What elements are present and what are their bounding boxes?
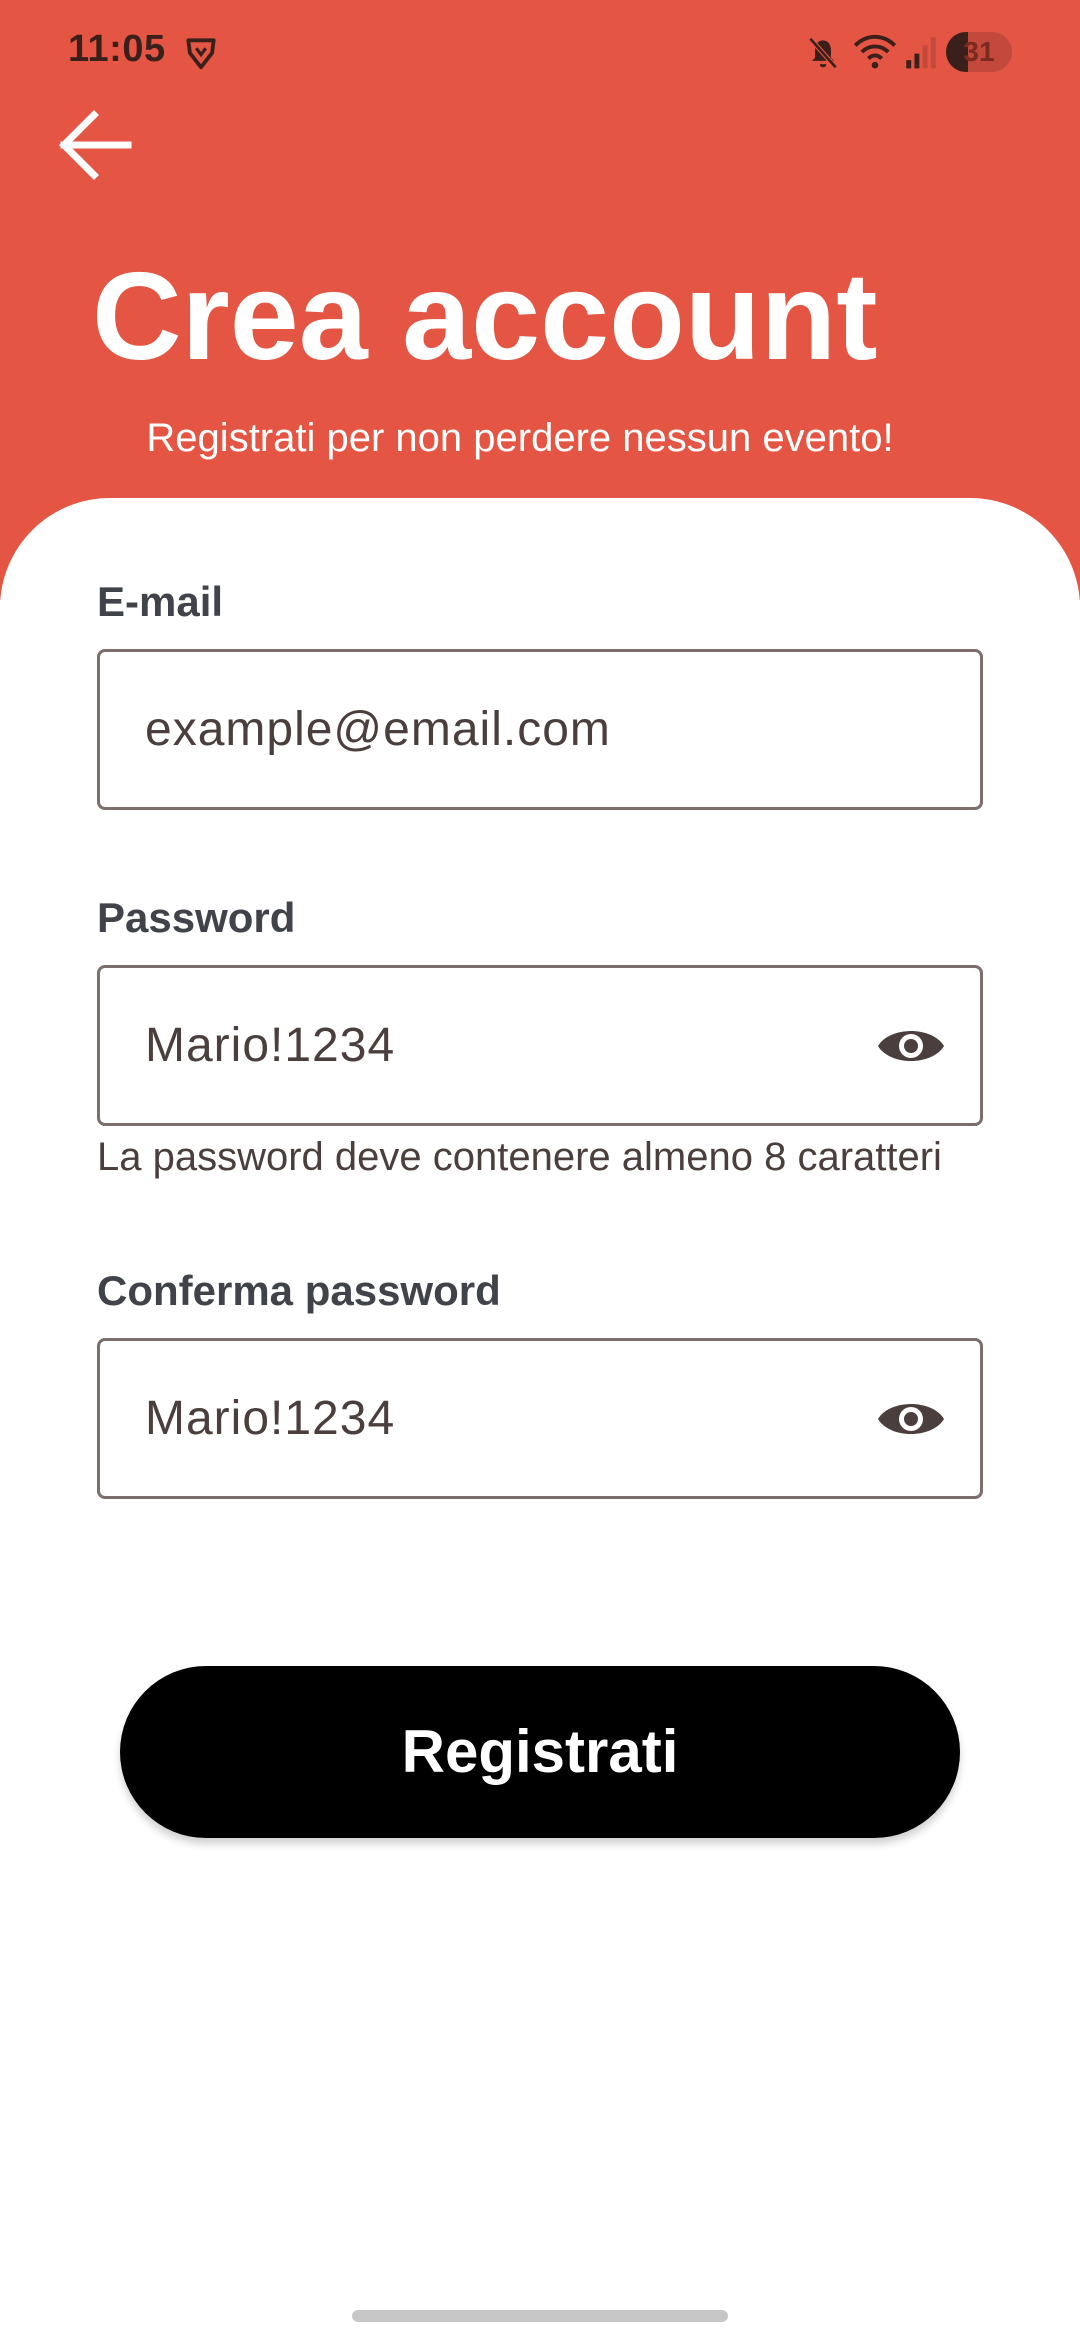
email-placeholder: example@email.com (145, 703, 611, 756)
mute-icon (808, 37, 838, 69)
wifi-icon (853, 34, 897, 69)
page-subtitle: Registrati per non perdere nessun evento… (146, 416, 894, 460)
email-field[interactable]: example@email.com (97, 649, 983, 810)
battery-icon: 31 (946, 32, 1012, 72)
brave-icon (186, 38, 216, 70)
status-time: 11:05 (68, 28, 166, 70)
confirm-password-label: Conferma password (97, 1267, 501, 1314)
status-bar: 11:05 31 (0, 0, 1080, 100)
password-field[interactable]: Mario!1234 (97, 965, 983, 1126)
confirm-password-value: Mario!1234 (145, 1392, 396, 1445)
signal-icon (906, 37, 936, 69)
page-title: Crea account (92, 248, 878, 386)
password-label: Password (97, 894, 296, 941)
back-arrow-icon[interactable] (50, 100, 140, 190)
email-label: E-mail (97, 578, 224, 625)
password-value: Mario!1234 (145, 1019, 396, 1072)
password-helper-text: La password deve contenere almeno 8 cara… (97, 1135, 942, 1179)
confirm-password-field[interactable]: Mario!1234 (97, 1338, 983, 1499)
register-button[interactable]: Registrati (120, 1666, 960, 1838)
eye-icon[interactable] (876, 1016, 946, 1076)
eye-icon[interactable] (876, 1389, 946, 1449)
battery-level: 31 (963, 36, 995, 67)
home-indicator[interactable] (352, 2310, 728, 2322)
